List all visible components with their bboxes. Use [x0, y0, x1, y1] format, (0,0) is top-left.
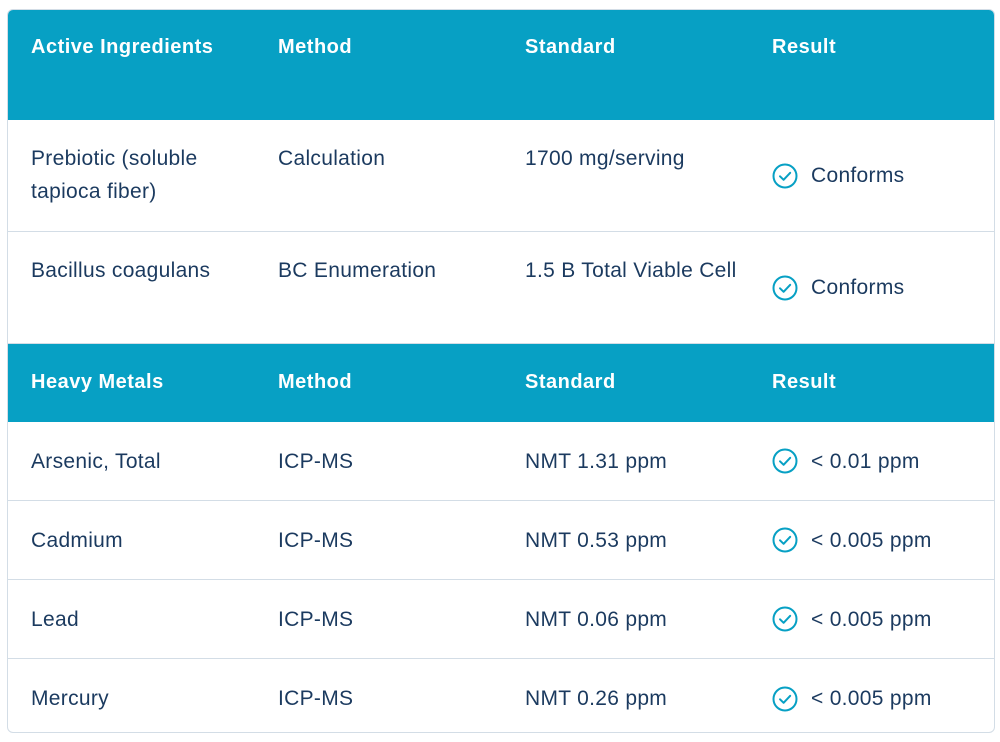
check-circle-icon [772, 163, 798, 189]
header-result: Result [772, 371, 837, 393]
standard-value: NMT 0.53 ppm [525, 528, 668, 552]
metal-name: Arsenic, Total [31, 449, 161, 473]
standard-value: 1.5 B Total Viable Cell [525, 259, 737, 282]
metal-name: Lead [31, 607, 79, 631]
method-value: BC Enumeration [278, 259, 437, 282]
table-row: Mercury ICP-MS NMT 0.26 ppm < 0.005 ppm [8, 659, 994, 732]
table-row: Prebiotic (soluble tapioca fiber) Calcul… [8, 120, 994, 232]
result-value: < 0.01 ppm [811, 449, 920, 473]
check-circle-icon [772, 527, 798, 553]
method-value: Calculation [278, 147, 386, 170]
result-cell: < 0.005 ppm [749, 524, 994, 557]
header-standard: Standard [525, 36, 616, 58]
ingredient-name: Prebiotic (soluble tapioca fiber) [31, 147, 198, 203]
method-value: ICP-MS [278, 449, 354, 473]
heavy-metals-header-row: Heavy Metals Method Standard Result [8, 344, 994, 422]
header-active-ingredients: Active Ingredients [31, 36, 214, 58]
method-value: ICP-MS [278, 607, 354, 631]
standard-value: NMT 0.06 ppm [525, 607, 668, 631]
result-value: < 0.005 ppm [811, 528, 932, 552]
header-method: Method [278, 36, 353, 58]
ingredient-name: Bacillus coagulans [31, 259, 211, 282]
result-value: Conforms [811, 164, 905, 187]
standard-value: 1700 mg/serving [525, 147, 685, 170]
result-cell: Conforms [749, 159, 994, 192]
metal-name: Cadmium [31, 528, 123, 552]
header-heavy-metals: Heavy Metals [31, 371, 164, 393]
check-circle-icon [772, 686, 798, 712]
result-value: < 0.005 ppm [811, 607, 932, 631]
header-standard: Standard [525, 371, 616, 393]
method-value: ICP-MS [278, 687, 354, 710]
check-circle-icon [772, 275, 798, 301]
table-row: Bacillus coagulans BC Enumeration 1.5 B … [8, 232, 994, 344]
active-ingredients-header-row: Active Ingredients Method Standard Resul… [8, 10, 994, 120]
check-circle-icon [772, 448, 798, 474]
header-method: Method [278, 371, 353, 393]
result-cell: < 0.01 ppm [749, 445, 994, 478]
test-results-table: Active Ingredients Method Standard Resul… [7, 9, 995, 733]
table-row: Cadmium ICP-MS NMT 0.53 ppm < 0.005 ppm [8, 501, 994, 580]
result-cell: < 0.005 ppm [749, 603, 994, 636]
standard-value: NMT 0.26 ppm [525, 687, 668, 710]
table-row: Lead ICP-MS NMT 0.06 ppm < 0.005 ppm [8, 580, 994, 659]
result-cell: < 0.005 ppm [749, 682, 994, 715]
metal-name: Mercury [31, 687, 109, 710]
result-value: Conforms [811, 276, 905, 299]
result-cell: Conforms [749, 271, 994, 304]
method-value: ICP-MS [278, 528, 354, 552]
header-result: Result [772, 36, 837, 58]
table-row: Arsenic, Total ICP-MS NMT 1.31 ppm < 0.0… [8, 422, 994, 501]
standard-value: NMT 1.31 ppm [525, 449, 668, 473]
result-value: < 0.005 ppm [811, 687, 932, 710]
check-circle-icon [772, 606, 798, 632]
